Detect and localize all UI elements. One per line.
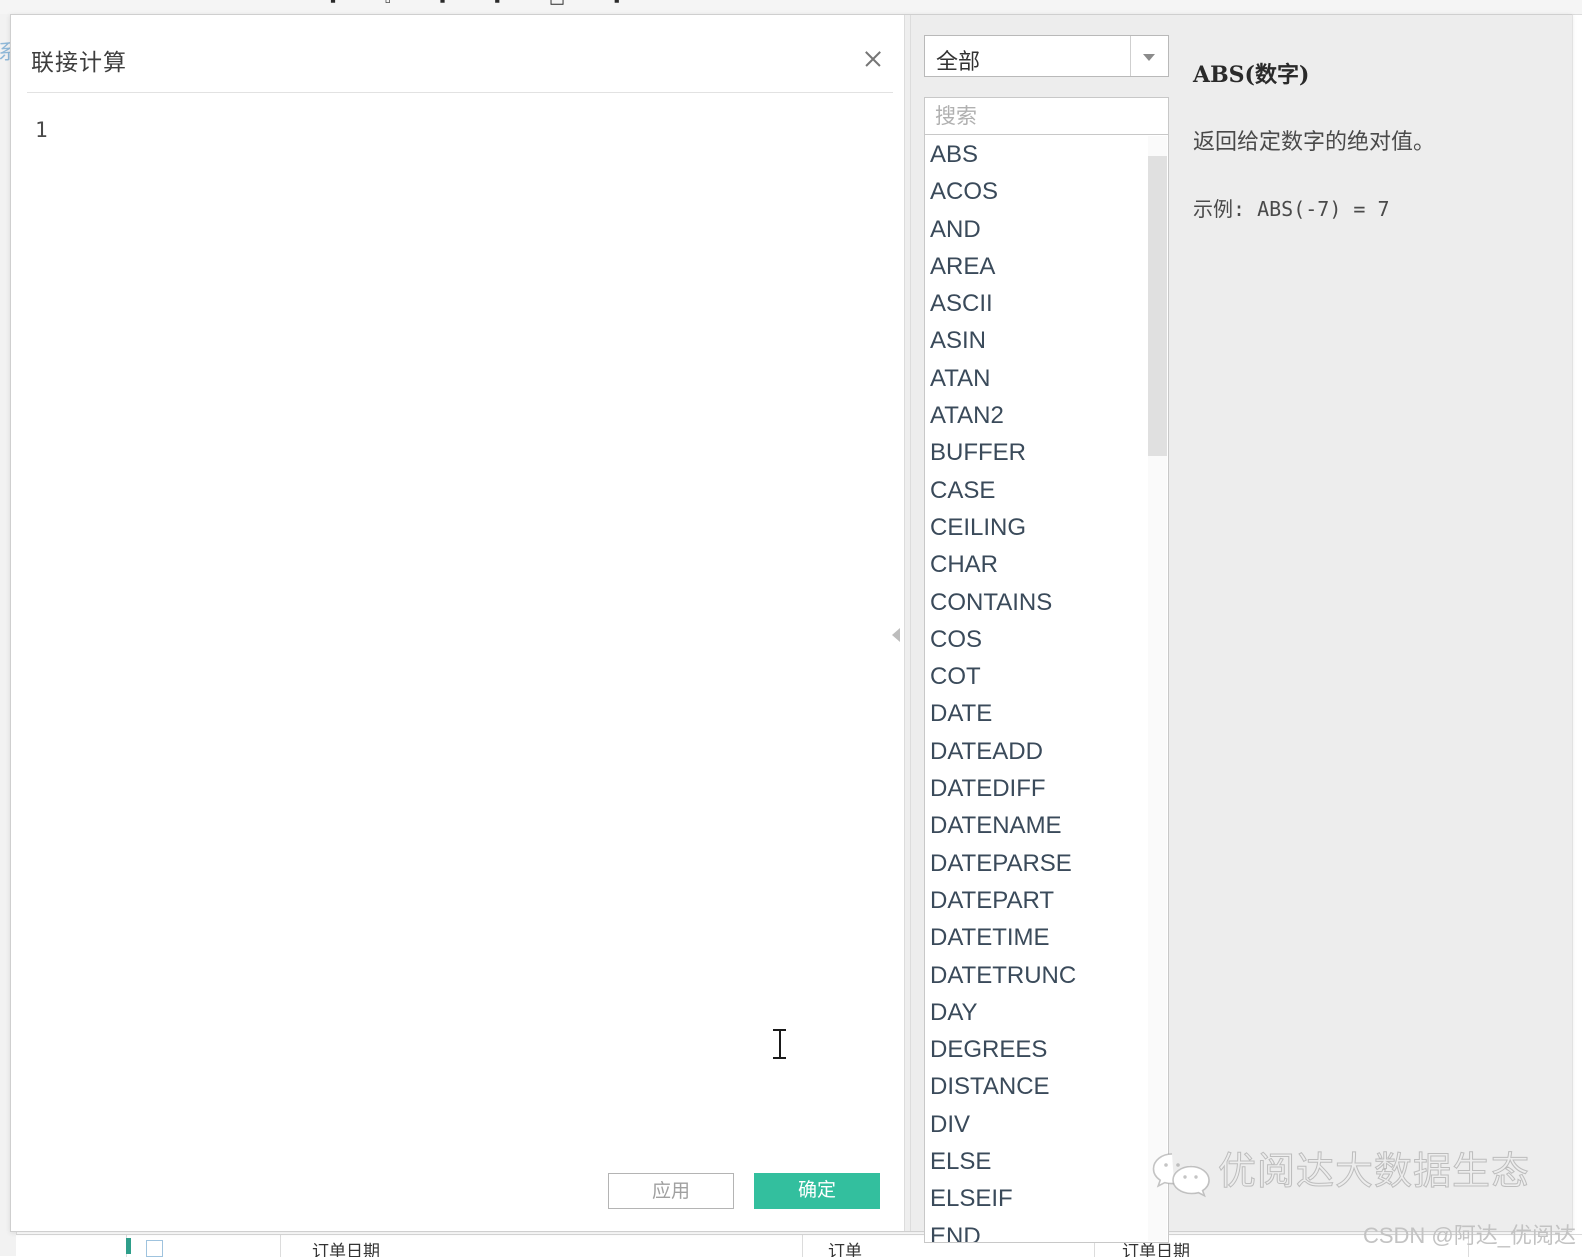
search-box[interactable] <box>924 97 1169 136</box>
line-number: 1 <box>35 118 48 142</box>
function-list-item[interactable]: ATAN2 <box>925 397 1149 434</box>
function-list-item[interactable]: DATEPART <box>925 882 1149 919</box>
function-list-items: ABS ACOS AND AREA ASCII ASIN ATAN ATAN2 BUFFER CA… <box>925 136 1149 1242</box>
function-list-item[interactable]: COS <box>925 621 1149 658</box>
close-icon[interactable] <box>856 42 890 76</box>
function-list-item[interactable]: DIV <box>925 1106 1149 1143</box>
function-list-item[interactable]: DAY <box>925 994 1149 1031</box>
function-list-item[interactable]: ASCII <box>925 285 1149 322</box>
function-list-item[interactable]: BUFFER <box>925 434 1149 471</box>
formula-editor-pane: 联接计算 1 应用 确定 <box>11 15 904 1231</box>
category-dropdown[interactable]: 全部 <box>924 35 1169 77</box>
function-list-item[interactable]: DATENAME <box>925 807 1149 844</box>
formula-code-editor[interactable]: 1 <box>11 94 904 1166</box>
grid-divider <box>1468 1235 1469 1257</box>
grid-divider <box>280 1235 281 1257</box>
function-list-item[interactable]: DEGREES <box>925 1031 1149 1068</box>
apply-button[interactable]: 应用 <box>608 1173 734 1209</box>
function-list-item[interactable]: CASE <box>925 472 1149 509</box>
function-list[interactable]: ABS ACOS AND AREA ASCII ASIN ATAN ATAN2 BUFFER CA… <box>924 135 1169 1243</box>
scrollbar-thumb[interactable] <box>1148 156 1167 456</box>
function-list-item[interactable]: DATETRUNC <box>925 957 1149 994</box>
function-list-scrollbar[interactable] <box>1148 136 1167 1241</box>
function-reference-pane: 全部 ABSACOSANDAREAASCIIASINATANATAN2BUFFE… <box>911 15 1573 1243</box>
function-list-item[interactable]: AND <box>925 211 1149 248</box>
function-list-item[interactable]: COT <box>925 658 1149 695</box>
function-list-item[interactable]: END <box>925 1218 1149 1242</box>
background-toolbar: ▪ ▫ ▪ ▪ ▭ ▪ <box>0 0 1582 15</box>
function-list-item[interactable]: ASIN <box>925 322 1149 359</box>
grid-divider <box>802 1235 803 1257</box>
function-example: 示例: ABS(-7) = 7 <box>1193 197 1390 221</box>
join-calculation-dialog: 联接计算 1 应用 确定 全部 搜索 ABS ACOS AND AREA ASC… <box>10 14 1573 1243</box>
function-list-item[interactable]: AREA <box>925 248 1149 285</box>
dialog-title: 联接计算 <box>31 49 127 75</box>
function-list-item[interactable]: DATEDIFF <box>925 770 1149 807</box>
grid-header-cell: 订单日期 <box>312 1242 380 1257</box>
function-browser: 全部 ABSACOSANDAREAASCIIASINATANATAN2BUFFE… <box>924 35 1169 1243</box>
search-input[interactable] <box>933 98 1163 136</box>
function-list-item[interactable]: ELSEIF <box>925 1180 1149 1217</box>
text-cursor-icon <box>773 1027 786 1061</box>
function-list-item[interactable]: ATAN <box>925 360 1149 397</box>
function-list-item[interactable]: ACOS <box>925 173 1149 210</box>
function-list-item[interactable]: DATEADD <box>925 733 1149 770</box>
toolbar-icons: ▪ ▫ ▪ ▪ ▭ ▪ <box>330 0 642 10</box>
chevron-down-icon <box>1143 54 1155 61</box>
pane-right-edge <box>1572 15 1573 1231</box>
function-signature: ABS(数字) <box>1193 62 1310 88</box>
grid-row-marker <box>126 1238 131 1254</box>
function-list-item[interactable]: DATETIME <box>925 919 1149 956</box>
function-list-item[interactable]: DATEPARSE <box>925 845 1149 882</box>
function-list-item[interactable]: ABS <box>925 136 1149 173</box>
function-list-item[interactable]: CHAR <box>925 546 1149 583</box>
grid-checkbox-icon[interactable] <box>146 1240 163 1257</box>
dialog-footer: 应用 确定 <box>11 1165 904 1231</box>
ok-button[interactable]: 确定 <box>754 1173 880 1209</box>
grid-header-cell: 订单 <box>828 1242 862 1257</box>
background-grid-header: 订单日期 订单 订单日期 <box>16 1234 1582 1257</box>
function-description: 返回给定数字的绝对值。 <box>1193 130 1436 155</box>
pane-splitter[interactable] <box>904 15 911 1231</box>
dropdown-separator <box>1130 36 1131 76</box>
function-help-panel: ABS(数字) 返回给定数字的绝对值。 示例: ABS(-7) = 7 <box>1183 35 1561 1225</box>
title-divider <box>27 92 893 93</box>
function-list-item[interactable]: CEILING <box>925 509 1149 546</box>
function-list-item[interactable]: DATE <box>925 695 1149 732</box>
triangle-left-icon <box>892 628 900 642</box>
function-list-item[interactable]: CONTAINS <box>925 584 1149 621</box>
function-list-item[interactable]: DISTANCE <box>925 1068 1149 1105</box>
collapse-panel-button[interactable] <box>889 609 905 661</box>
function-list-item[interactable]: ELSE <box>925 1143 1149 1180</box>
category-dropdown-value: 全部 <box>936 49 981 74</box>
